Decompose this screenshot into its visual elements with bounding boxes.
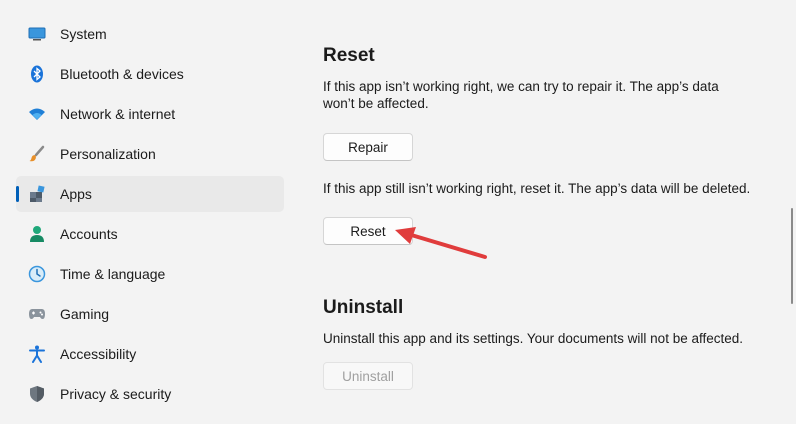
sidebar-item-label: Network & internet	[60, 106, 176, 122]
wifi-icon	[28, 105, 46, 123]
active-indicator	[16, 186, 19, 202]
sidebar-item-apps[interactable]: Apps	[16, 176, 284, 212]
bluetooth-icon	[28, 65, 46, 83]
clock-globe-icon	[28, 265, 46, 283]
shield-icon	[28, 385, 46, 403]
monitor-icon	[28, 25, 46, 43]
reset-description: If this app still isn’t working right, r…	[323, 181, 751, 196]
repair-description: If this app isn’t working right, we can …	[323, 78, 783, 112]
reset-section-title: Reset	[323, 45, 375, 66]
repair-description-line-2: won’t be affected.	[323, 96, 429, 111]
sidebar-item-accessibility[interactable]: Accessibility	[16, 336, 284, 372]
content-scrollbar[interactable]	[791, 208, 793, 304]
sidebar-item-privacy-security[interactable]: Privacy & security	[16, 376, 284, 412]
app-advanced-options-content: Reset If this app isn’t working right, w…	[323, 0, 783, 424]
sidebar-item-label: Bluetooth & devices	[60, 66, 184, 82]
person-icon	[28, 225, 46, 243]
paintbrush-icon	[28, 145, 46, 163]
sidebar-item-system[interactable]: System	[16, 16, 284, 52]
settings-sidebar: System Bluetooth & devices Network & int…	[0, 0, 296, 424]
sidebar-item-gaming[interactable]: Gaming	[16, 296, 284, 332]
sidebar-item-label: Time & language	[60, 266, 166, 282]
sidebar-item-label: Apps	[60, 186, 92, 202]
annotation-arrow-icon	[395, 227, 487, 259]
sidebar-item-label: Gaming	[60, 306, 110, 322]
repair-button[interactable]: Repair	[323, 133, 413, 161]
sidebar-item-label: Personalization	[60, 146, 156, 162]
sidebar-item-personalization[interactable]: Personalization	[16, 136, 284, 172]
sidebar-item-label: System	[60, 26, 107, 42]
sidebar-item-accounts[interactable]: Accounts	[16, 216, 284, 252]
sidebar-item-time-language[interactable]: Time & language	[16, 256, 284, 292]
accessibility-icon	[28, 345, 46, 363]
sidebar-item-bluetooth-devices[interactable]: Bluetooth & devices	[16, 56, 284, 92]
uninstall-section-title: Uninstall	[323, 297, 404, 318]
uninstall-button[interactable]: Uninstall	[323, 362, 413, 390]
apps-icon	[28, 185, 46, 203]
gamepad-icon	[28, 305, 46, 323]
sidebar-item-label: Accounts	[60, 226, 118, 242]
uninstall-description: Uninstall this app and its settings. You…	[323, 331, 744, 346]
sidebar-item-label: Accessibility	[60, 346, 137, 362]
sidebar-item-network-internet[interactable]: Network & internet	[16, 96, 284, 132]
sidebar-item-label: Privacy & security	[60, 386, 172, 402]
repair-description-line-1: If this app isn’t working right, we can …	[323, 79, 719, 94]
